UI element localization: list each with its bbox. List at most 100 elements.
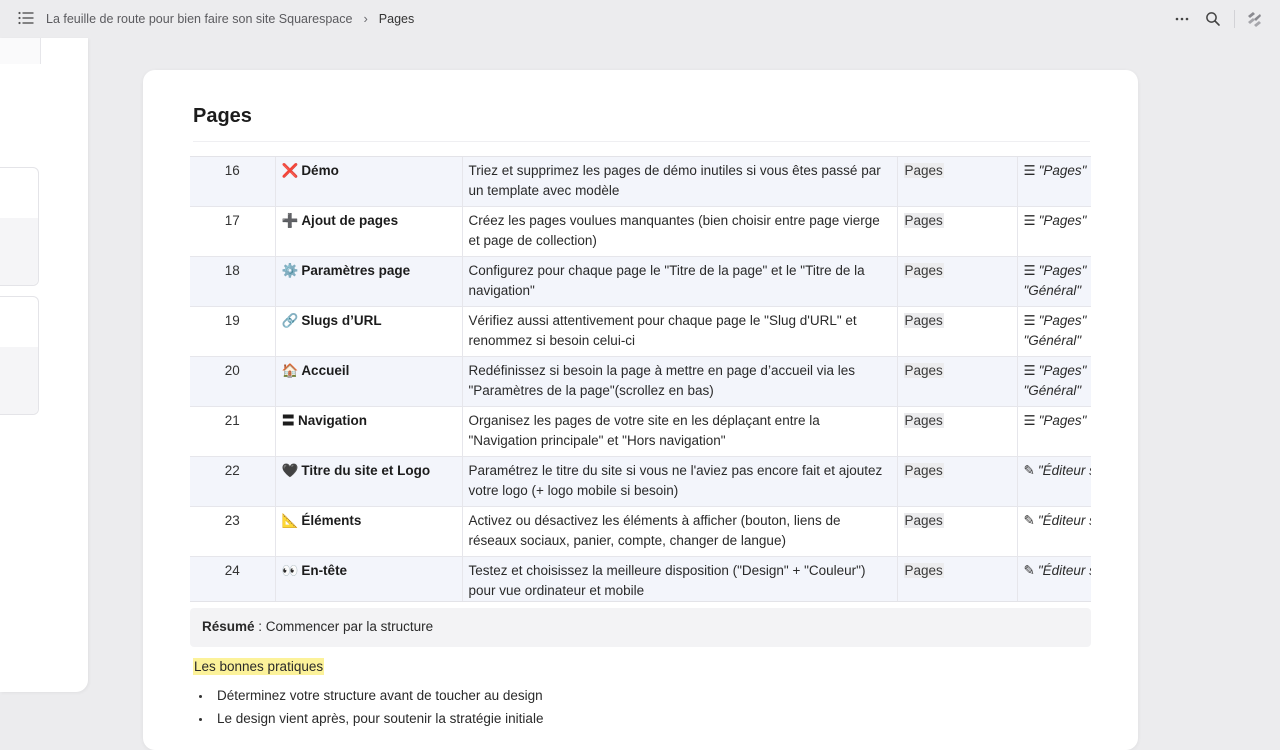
step-emoji-icon: 📐	[281, 513, 299, 528]
location-text: "Éditeur site"	[1037, 513, 1091, 528]
category-tag: Pages	[903, 313, 944, 328]
location-cell: ☰"Pages" > "Général"	[1017, 256, 1091, 307]
step-name: En-tête	[301, 563, 348, 578]
category-cell[interactable]: Pages	[897, 306, 1018, 357]
step-emoji-icon: ➕	[281, 213, 299, 228]
side-panel-card[interactable]	[0, 167, 39, 286]
step-name-cell[interactable]: 🔗 Slugs d’URL	[275, 306, 463, 357]
step-name-cell[interactable]: ❌ Démo	[275, 157, 463, 207]
step-emoji-icon: 👀	[281, 563, 299, 578]
step-name-cell[interactable]: 📐 Éléments	[275, 506, 463, 557]
summary-callout: Résumé : Commencer par la structure	[190, 608, 1091, 647]
step-description: Organisez les pages de votre site en les…	[462, 406, 898, 457]
breadcrumb: La feuille de route pour bien faire son …	[46, 11, 414, 26]
step-name-cell[interactable]: 🖤 Titre du site et Logo	[275, 456, 463, 507]
step-name-cell[interactable]: ➕ Ajout de pages	[275, 206, 463, 257]
category-tag: Pages	[903, 213, 944, 228]
row-number: 24	[190, 556, 276, 601]
side-panel-header	[0, 38, 41, 64]
location-cell: ☰ "Pages"	[1017, 157, 1091, 207]
side-panel	[0, 38, 88, 692]
location-icon: ☰	[1023, 413, 1036, 428]
summary-label: Résumé	[202, 619, 255, 634]
step-name-cell[interactable]: ⚙️ Paramètres page	[275, 256, 463, 307]
breadcrumb-doc-link[interactable]: La feuille de route pour bien faire son …	[46, 12, 352, 26]
step-description: Triez et supprimez les pages de démo inu…	[462, 157, 898, 207]
category-tag: Pages	[903, 413, 944, 428]
category-cell[interactable]: Pages	[897, 556, 1018, 601]
table-row[interactable]: 19 🔗 Slugs d’URL Vérifiez aussi attentiveme…	[190, 306, 1091, 357]
step-name-cell[interactable]: 🏠 Accueil	[275, 356, 463, 407]
table-row[interactable]: 22 🖤 Titre du site et Logo Paramétrez le ti…	[190, 456, 1091, 507]
location-cell: ☰ "Pages"	[1017, 406, 1091, 457]
row-number: 16	[190, 157, 276, 207]
side-panel-card[interactable]	[0, 296, 39, 415]
step-description: Activez ou désactivez les éléments à aff…	[462, 506, 898, 557]
more-options-icon[interactable]	[1174, 11, 1190, 27]
step-name-cell[interactable]: 〓 Navigation	[275, 406, 463, 457]
row-number: 17	[190, 206, 276, 257]
practices-list: Déterminez votre structure avant de touc…	[193, 686, 543, 732]
step-name: Démo	[301, 163, 339, 178]
table-row[interactable]: 17 ➕ Ajout de pages Créez les pages voulues…	[190, 206, 1091, 257]
location-icon: ☰	[1023, 263, 1036, 278]
location-icon: ☰	[1023, 363, 1036, 378]
location-icon: ✎	[1023, 463, 1035, 478]
row-number: 19	[190, 306, 276, 357]
step-name: Navigation	[298, 413, 368, 428]
location-icon: ☰	[1023, 163, 1036, 178]
title-divider	[193, 141, 1090, 142]
location-cell: ✎"Éditeur site"	[1017, 456, 1091, 507]
step-emoji-icon: 〓	[281, 413, 296, 428]
step-description: Testez et choisissez la meilleure dispos…	[462, 556, 898, 601]
summary-text: : Commencer par la structure	[254, 619, 434, 634]
chevron-right-icon: ›	[363, 11, 368, 26]
row-number: 18	[190, 256, 276, 307]
step-description: Créez les pages voulues manquantes (bien…	[462, 206, 898, 257]
step-emoji-icon: ❌	[281, 163, 299, 178]
location-icon: ✎	[1023, 513, 1035, 528]
step-name-cell[interactable]: 👀 En-tête	[275, 556, 463, 601]
category-tag: Pages	[903, 363, 944, 378]
search-icon[interactable]	[1205, 11, 1221, 27]
toolbar-divider	[1234, 10, 1235, 28]
table-row[interactable]: 23 📐 Éléments Activez ou désactivez les élé…	[190, 506, 1091, 557]
location-text: "Éditeur site"	[1037, 563, 1091, 578]
step-emoji-icon: 🏠	[281, 363, 299, 378]
step-description: Redéfinissez si besoin la page à mettre …	[462, 356, 898, 407]
location-text: "Éditeur site"	[1037, 463, 1091, 478]
step-emoji-icon: ⚙️	[281, 263, 299, 278]
step-name: Éléments	[301, 513, 362, 528]
category-cell[interactable]: Pages	[897, 406, 1018, 457]
table-row[interactable]: 16 ❌ Démo Triez et supprimez les pages de d…	[190, 157, 1091, 207]
list-menu-icon[interactable]	[18, 11, 36, 27]
category-tag: Pages	[903, 263, 944, 278]
row-number: 20	[190, 356, 276, 407]
table-row[interactable]: 21 〓 Navigation Organisez les pages de votr…	[190, 406, 1091, 457]
table-row[interactable]: 20 🏠 Accueil Redéfinissez si besoin la page…	[190, 356, 1091, 407]
category-cell[interactable]: Pages	[897, 256, 1018, 307]
category-tag: Pages	[903, 513, 944, 528]
row-number: 22	[190, 456, 276, 507]
step-emoji-icon: 🖤	[281, 463, 299, 478]
step-description: Vérifiez aussi attentivement pour chaque…	[462, 306, 898, 357]
breadcrumb-current[interactable]: Pages	[379, 12, 414, 26]
category-tag: Pages	[903, 463, 944, 478]
category-cell[interactable]: Pages	[897, 206, 1018, 257]
app-logo-icon[interactable]	[1246, 11, 1262, 27]
step-name: Ajout de pages	[301, 213, 399, 228]
document-card: Pages 16 ❌ Démo Triez et supprimez les page…	[143, 70, 1138, 750]
location-text: "Pages"	[1038, 213, 1087, 228]
category-cell[interactable]: Pages	[897, 506, 1018, 557]
category-tag: Pages	[903, 163, 944, 178]
table-row[interactable]: 24 👀 En-tête Testez et choisissez la meille…	[190, 556, 1091, 601]
location-icon: ☰	[1023, 313, 1036, 328]
step-name: Accueil	[301, 363, 350, 378]
location-icon: ☰	[1023, 213, 1036, 228]
category-cell[interactable]: Pages	[897, 157, 1018, 207]
category-cell[interactable]: Pages	[897, 456, 1018, 507]
location-text: "Pages"	[1038, 413, 1087, 428]
category-cell[interactable]: Pages	[897, 356, 1018, 407]
step-name: Paramètres page	[301, 263, 411, 278]
table-row[interactable]: 18 ⚙️ Paramètres page Configurez pour chaqu…	[190, 256, 1091, 307]
